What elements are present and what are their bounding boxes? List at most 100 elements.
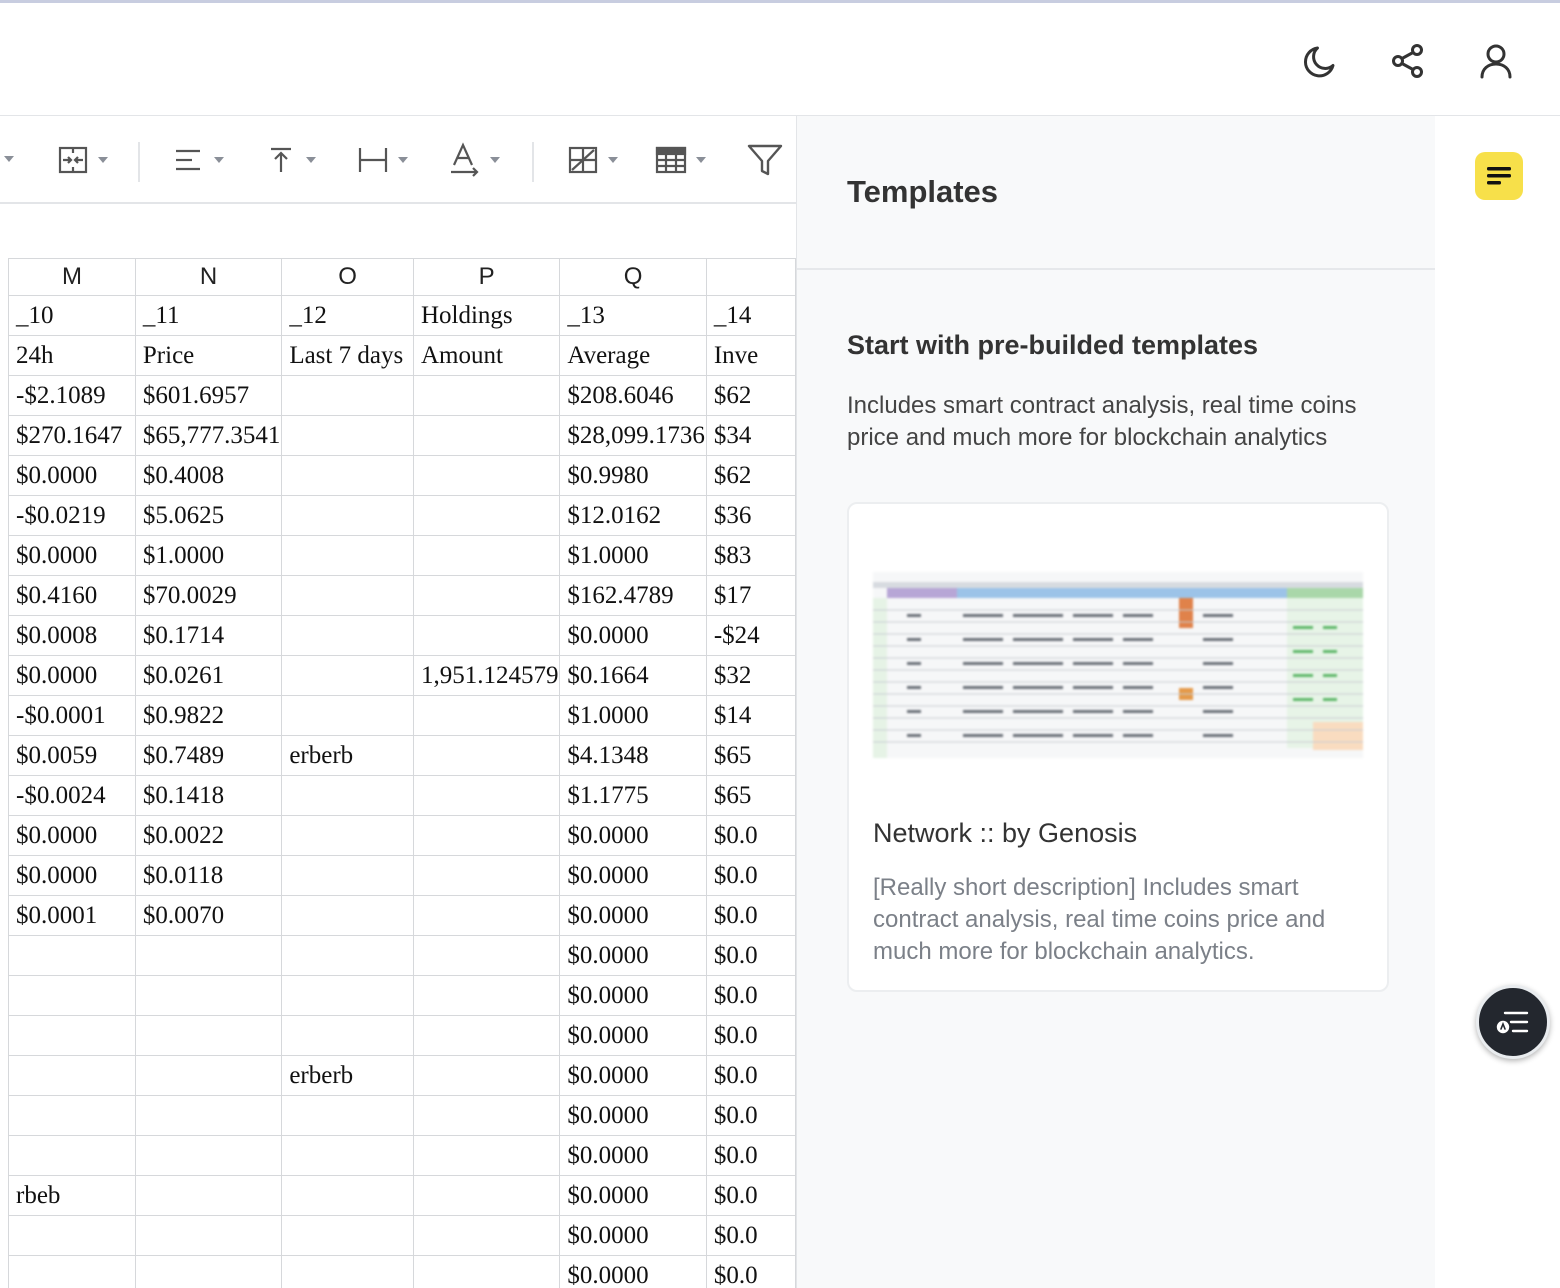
cell[interactable]: $0.0 [705,1255,796,1288]
cell[interactable]: _14 [705,295,796,336]
cell[interactable] [134,935,283,976]
template-card[interactable]: Network :: by Genosis [Really short desc… [847,502,1389,992]
cell[interactable] [281,775,414,816]
cell[interactable]: $0.0 [705,895,796,936]
column-header[interactable]: P [412,258,561,296]
cell[interactable] [281,495,414,536]
cell[interactable]: $1.1775 [559,775,707,816]
cell[interactable]: 1,951.124579 [412,655,561,696]
cell[interactable] [134,1175,283,1216]
cell[interactable]: $32 [705,655,796,696]
cell[interactable]: $0.1664 [559,655,707,696]
cell[interactable] [281,1255,414,1288]
cell[interactable]: -$0.0219 [8,495,136,536]
cell[interactable] [281,1215,414,1256]
cell[interactable]: _13 [559,295,707,336]
cell[interactable]: $14 [705,695,796,736]
cell[interactable] [8,1215,136,1256]
cell[interactable]: Amount [412,335,561,376]
cell[interactable] [134,1215,283,1256]
moon-icon[interactable] [1298,39,1342,83]
cell[interactable] [412,1255,561,1288]
cell[interactable]: $83 [705,535,796,576]
cell[interactable] [281,375,414,416]
cell[interactable]: $0.0000 [8,455,136,496]
cell[interactable] [412,895,561,936]
cell[interactable]: $65 [705,775,796,816]
cell[interactable] [281,1175,414,1216]
cell[interactable]: $0.0 [705,1215,796,1256]
cell[interactable] [412,455,561,496]
cell[interactable]: $0.0000 [559,895,707,936]
cell[interactable]: $601.6957 [134,375,283,416]
cell[interactable]: $0.0000 [8,855,136,896]
cell[interactable]: $0.0000 [559,855,707,896]
cell[interactable]: $0.0 [705,1175,796,1216]
cell[interactable]: $0.4008 [134,455,283,496]
cell[interactable]: $0.0022 [134,815,283,856]
cell[interactable] [412,615,561,656]
cell[interactable]: $0.0000 [559,1255,707,1288]
share-icon[interactable] [1386,39,1430,83]
cell[interactable]: $1.0000 [559,695,707,736]
cell[interactable] [134,975,283,1016]
cell[interactable]: $0.9980 [559,455,707,496]
cell[interactable] [412,695,561,736]
cell[interactable]: $0.0 [705,1135,796,1176]
cell[interactable]: $1.0000 [559,535,707,576]
cell[interactable]: Last 7 days [281,335,414,376]
cell[interactable]: $0.0 [705,1095,796,1136]
user-icon[interactable] [1474,39,1518,83]
cell[interactable]: $0.0000 [559,1055,707,1096]
cell[interactable]: Price [134,335,283,376]
cell[interactable]: $0.0 [705,975,796,1016]
cell[interactable]: $62 [705,375,796,416]
cell[interactable]: $208.6046 [559,375,707,416]
cell[interactable] [412,1055,561,1096]
cell[interactable] [134,1015,283,1056]
cell[interactable]: $162.4789 [559,575,707,616]
cell[interactable]: $36 [705,495,796,536]
cell[interactable] [412,855,561,896]
cell[interactable]: $0.0118 [134,855,283,896]
cell[interactable]: -$2.1089 [8,375,136,416]
cell[interactable]: $0.0000 [559,1215,707,1256]
cell[interactable]: -$0.0001 [8,695,136,736]
column-header[interactable]: N [134,258,283,296]
cell[interactable]: $0.0070 [134,895,283,936]
cell[interactable]: Average [559,335,707,376]
cell[interactable] [412,735,561,776]
cell[interactable]: $0.0059 [8,735,136,776]
cell[interactable]: $0.0000 [8,815,136,856]
cell[interactable]: $0.0001 [8,895,136,936]
cell[interactable]: $0.0000 [559,815,707,856]
cell[interactable] [281,535,414,576]
cell[interactable] [412,975,561,1016]
cell[interactable]: $0.0008 [8,615,136,656]
ai-assistant-button[interactable] [1476,985,1550,1059]
cell[interactable] [412,815,561,856]
filter-button[interactable] [746,140,784,180]
cell[interactable] [8,1135,136,1176]
cell[interactable] [134,1255,283,1288]
cell[interactable] [412,1135,561,1176]
cell[interactable] [281,695,414,736]
notes-button[interactable] [1475,152,1523,200]
cell[interactable] [281,935,414,976]
cell[interactable] [412,415,561,456]
cell[interactable]: $0.7489 [134,735,283,776]
cell[interactable]: _11 [134,295,283,336]
text-wrap-button[interactable] [354,140,408,180]
cell[interactable]: rbeb [8,1175,136,1216]
cell[interactable]: $0.0000 [8,655,136,696]
cell[interactable]: $17 [705,575,796,616]
cell[interactable]: $0.0000 [559,975,707,1016]
cell[interactable]: _12 [281,295,414,336]
cell[interactable] [412,535,561,576]
cell[interactable] [412,1175,561,1216]
cell[interactable]: $0.0 [705,855,796,896]
column-header[interactable]: M [8,258,136,296]
cell[interactable] [412,775,561,816]
column-header[interactable]: O [281,258,414,296]
cell[interactable] [134,1055,283,1096]
